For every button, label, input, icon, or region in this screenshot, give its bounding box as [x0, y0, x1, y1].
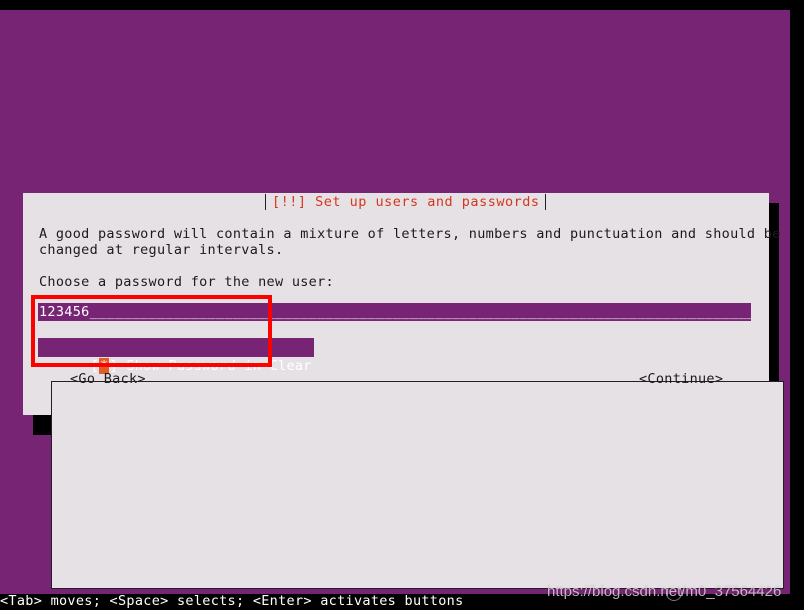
dialog-title: [!!] Set up users and passwords — [265, 194, 547, 210]
go-back-button[interactable]: <Go Back> — [70, 371, 146, 387]
password-advice-line-1: A good password will contain a mixture o… — [39, 226, 781, 242]
csdn-watermark-logo-icon — [666, 585, 682, 601]
password-input[interactable]: 123456__________________________________… — [38, 303, 751, 321]
dialog-frame — [51, 381, 784, 589]
password-advice-line-2: changed at regular intervals. — [39, 242, 284, 258]
checkbox-label: Show Password in Clear — [117, 358, 312, 374]
continue-button[interactable]: <Continue> — [639, 371, 723, 387]
installer-screen: [!!] Set up users and passwords A good p… — [0, 0, 804, 609]
choose-password-prompt: Choose a password for the new user: — [39, 274, 334, 290]
csdn-watermark: https://blog.csdn.net/m0_37564426 — [547, 583, 782, 600]
installer-desktop-background: [!!] Set up users and passwords A good p… — [0, 10, 790, 609]
show-password-in-clear-checkbox[interactable]: [*] Show Password in Clear — [38, 338, 314, 374]
